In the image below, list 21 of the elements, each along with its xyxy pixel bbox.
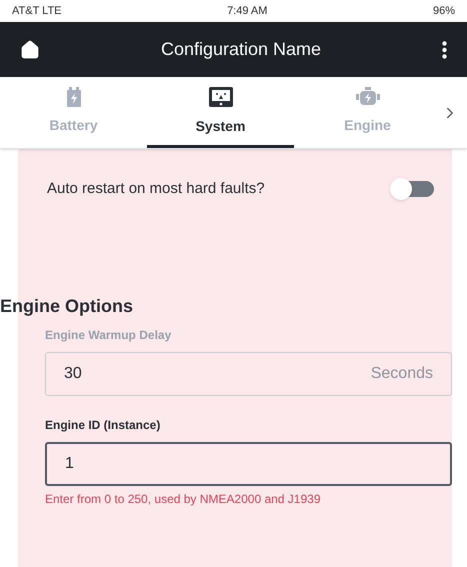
field-value: 1: [65, 454, 74, 474]
input-field[interactable]: 30 Seconds: [45, 352, 452, 396]
auto-restart-label: Auto restart on most hard faults?: [47, 178, 265, 199]
home-button[interactable]: [20, 40, 40, 60]
home-icon: [20, 40, 40, 60]
battery-icon: [66, 86, 82, 106]
unit-text: Seconds: [370, 364, 433, 384]
carrier-text: AT&T LTE: [12, 4, 62, 19]
header-title: Configuration Name: [160, 38, 322, 61]
menu-icon: [442, 40, 447, 58]
hint-text: Enter from 0 to 250, used by NMEA2000 and J1939: [45, 491, 322, 508]
field-label: Engine ID (Instance): [45, 417, 162, 434]
field-value: 30: [64, 364, 82, 384]
engine-icon: [356, 86, 380, 106]
battery-text: 96%: [432, 4, 455, 19]
monitor-icon: [208, 86, 234, 108]
input-field[interactable]: 1: [45, 442, 452, 486]
field-label: Engine Warmup Delay: [45, 327, 172, 344]
time-text: 7:49 AM: [227, 4, 268, 19]
menu-button[interactable]: [442, 40, 447, 58]
section-title: Engine Options: [0, 295, 134, 318]
